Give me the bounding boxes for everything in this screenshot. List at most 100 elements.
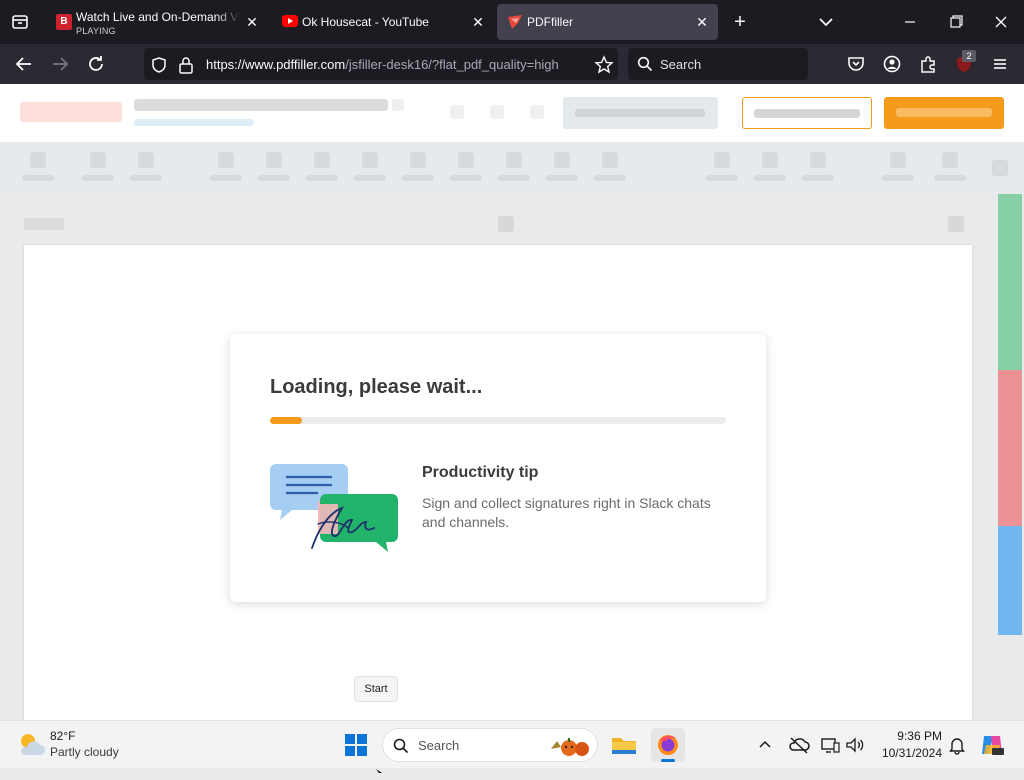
account-icon[interactable] (880, 52, 904, 76)
close-tab-icon[interactable]: ✕ (694, 14, 710, 30)
tool-label-placeholder (258, 175, 290, 181)
close-window-icon[interactable] (989, 12, 1013, 32)
logo-placeholder (20, 102, 122, 122)
url-text[interactable]: https://www.pdffiller.com/jsfiller-desk1… (206, 57, 584, 72)
tools-toolbar-skeleton (0, 142, 1024, 192)
tool-icon-placeholder (554, 152, 570, 168)
bookmark-star-icon[interactable] (594, 55, 614, 75)
firefox-taskbar-icon[interactable] (651, 728, 685, 762)
side-panel-tabs (998, 194, 1022, 635)
pocket-icon[interactable] (844, 52, 868, 76)
search-placeholder: Search (660, 57, 702, 72)
tool-label-placeholder (402, 175, 434, 181)
side-tab-red[interactable] (998, 370, 1022, 526)
copilot-icon[interactable] (978, 731, 1006, 759)
editor-header-skeleton (0, 84, 1024, 142)
close-tab-icon[interactable]: ✕ (244, 14, 260, 30)
taskbar-search-label: Search (418, 738, 460, 753)
search-icon (393, 738, 409, 754)
network-icon[interactable] (820, 735, 840, 755)
tool-label-placeholder (498, 175, 530, 181)
forward-arrow-icon[interactable] (48, 52, 72, 76)
tool-icon-placeholder (602, 152, 618, 168)
slack-signature-illustration (270, 462, 400, 554)
clock[interactable]: 9:36 PM 10/31/2024 (872, 727, 942, 763)
weather-temp: 82°F (50, 729, 76, 743)
list-all-tabs-icon[interactable] (814, 12, 838, 32)
taskbar-search-box[interactable]: Search (382, 728, 598, 762)
windows-start-button[interactable] (339, 728, 373, 762)
tab-youtube[interactable]: Ok Housecat - YouTube ✕ (272, 4, 494, 40)
restore-window-icon[interactable] (944, 12, 968, 32)
header-action-placeholder (563, 97, 718, 129)
file-explorer-icon[interactable] (607, 728, 641, 762)
app-menu-icon[interactable] (988, 52, 1012, 76)
subtitle-placeholder (134, 119, 254, 126)
tab-title: PDFfiller (527, 15, 574, 29)
tool-label-placeholder (306, 175, 338, 181)
document-title-placeholder (134, 99, 388, 111)
minimize-window-icon[interactable] (898, 12, 922, 32)
active-app-indicator (661, 759, 675, 762)
side-tab-green[interactable] (998, 194, 1022, 370)
lock-icon[interactable] (178, 56, 194, 74)
tool-icon-placeholder (458, 152, 474, 168)
tool-label-placeholder (594, 175, 626, 181)
header-action-bar (575, 109, 705, 117)
reload-icon[interactable] (84, 52, 108, 76)
outlined-button-placeholder (742, 97, 872, 129)
done-button-bar (896, 108, 992, 117)
show-hidden-icons-chevron-icon[interactable] (756, 736, 774, 754)
tool-label-placeholder (210, 175, 242, 181)
volume-icon[interactable] (845, 735, 865, 755)
loading-progress-bar (270, 417, 726, 424)
page-action-placeholder (948, 216, 964, 232)
new-tab-button[interactable]: + (728, 10, 752, 34)
tool-label-placeholder (130, 175, 162, 181)
tool-label-placeholder (82, 175, 114, 181)
clock-time: 9:36 PM (897, 729, 942, 743)
redo-placeholder (490, 105, 504, 119)
weather-widget[interactable]: 82°F Partly cloudy (14, 727, 154, 763)
clock-date: 10/31/2024 (881, 746, 942, 760)
tool-icon-placeholder (30, 152, 46, 168)
history-placeholder (530, 105, 544, 119)
side-tab-blue[interactable] (998, 526, 1022, 635)
back-arrow-icon[interactable] (12, 52, 36, 76)
undo-placeholder (450, 105, 464, 119)
tab-pdffiller[interactable]: PDFfiller ✕ (497, 4, 718, 40)
page-nav-placeholder (498, 216, 514, 232)
weather-desc: Partly cloudy (50, 745, 119, 759)
mouse-cursor-icon (376, 762, 382, 773)
url-bar[interactable]: https://www.pdffiller.com/jsfiller-desk1… (144, 48, 618, 80)
tool-label-placeholder (22, 175, 54, 181)
tool-label-placeholder (754, 175, 786, 181)
tool-icon-placeholder (218, 152, 234, 168)
onedrive-offline-icon[interactable] (788, 735, 810, 755)
tool-label-placeholder (934, 175, 966, 181)
tracking-protection-shield-icon[interactable] (150, 56, 168, 74)
tool-icon-placeholder (314, 152, 330, 168)
youtube-icon (282, 15, 298, 27)
side-panel-toggle-placeholder (992, 160, 1008, 176)
browser-search-bar[interactable]: Search (628, 48, 808, 80)
tool-label-placeholder (450, 175, 482, 181)
tool-label-placeholder (706, 175, 738, 181)
loading-dialog: Loading, please wait... Productivity tip… (230, 334, 766, 602)
loading-title: Loading, please wait... (270, 376, 483, 398)
tip-heading: Productivity tip (422, 464, 539, 481)
tool-icon-placeholder (762, 152, 778, 168)
extensions-puzzle-icon[interactable] (916, 52, 940, 76)
outlined-button-bar (754, 109, 860, 118)
tab-overview-icon[interactable] (10, 12, 30, 32)
tab-cbs-news[interactable]: B Watch Live and On-Demand Vi PLAYING ✕ (46, 4, 268, 40)
tool-icon-placeholder (810, 152, 826, 168)
cbs-news-icon: B (56, 14, 72, 30)
close-tab-icon[interactable]: ✕ (470, 14, 486, 30)
tool-label-placeholder (882, 175, 914, 181)
ublock-origin-icon[interactable]: 2 (952, 50, 976, 76)
tool-label-placeholder (354, 175, 386, 181)
notifications-bell-icon[interactable] (947, 735, 967, 755)
tool-icon-placeholder (362, 152, 378, 168)
tip-text: Sign and collect signatures right in Sla… (422, 495, 711, 530)
